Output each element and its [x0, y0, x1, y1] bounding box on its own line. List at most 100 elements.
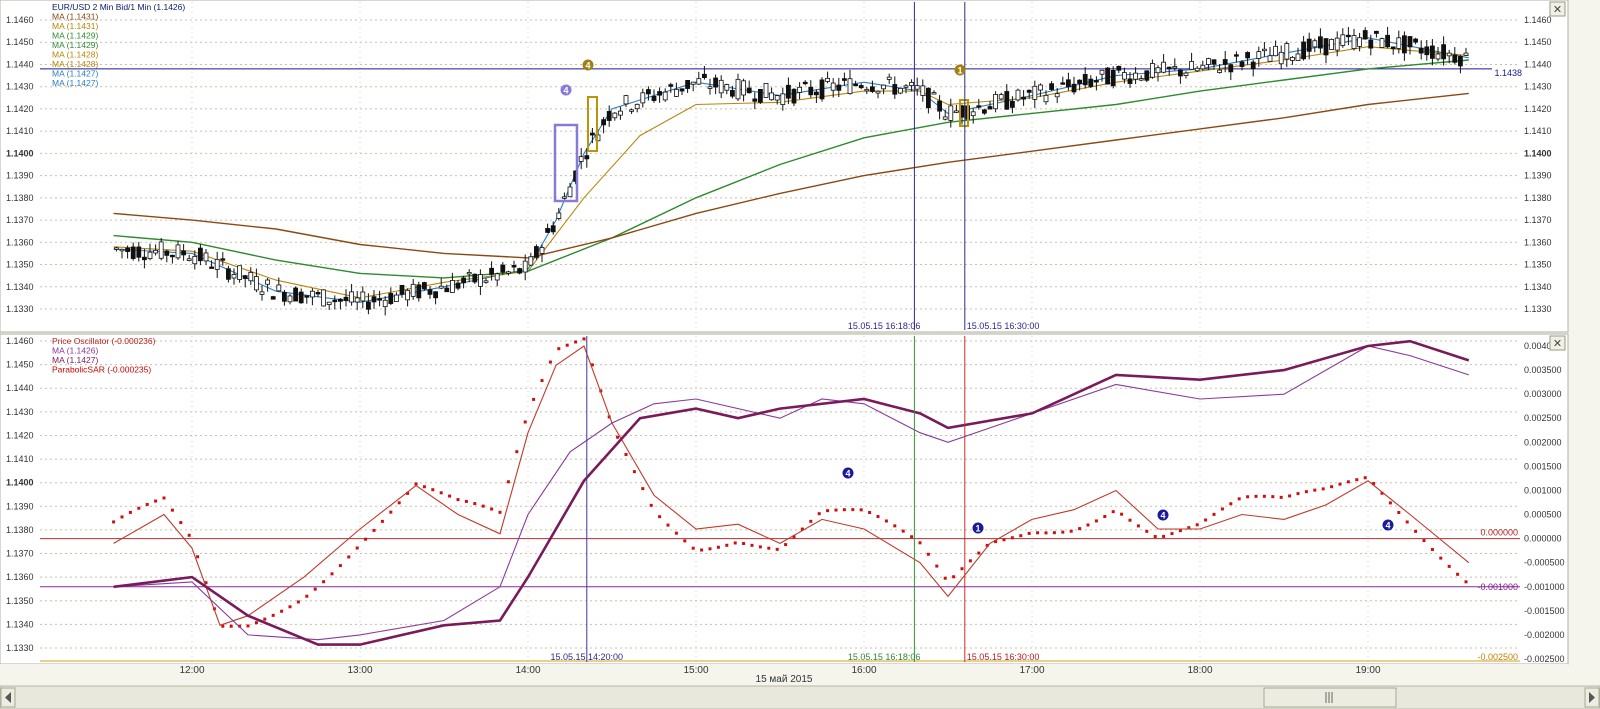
candle-body [1435, 53, 1441, 60]
y-tick-label-right: 0.002000 [1524, 437, 1562, 447]
candle-body [780, 93, 786, 105]
y-tick-label-right: 0.001500 [1524, 461, 1562, 471]
parabolic-sar-dot [1027, 531, 1031, 535]
candle-body [679, 88, 685, 92]
parabolic-sar-dot [968, 559, 972, 563]
candle-body [920, 85, 926, 96]
candle-body [433, 291, 439, 299]
candle-body [421, 282, 427, 290]
candle-body [360, 291, 366, 302]
candle-body [517, 268, 522, 274]
parabolic-sar-dot [112, 520, 116, 524]
parabolic-sar-dot [666, 523, 670, 527]
candle-body [903, 85, 909, 88]
parabolic-sar-dot [1019, 534, 1023, 538]
candle-body [1402, 35, 1407, 54]
parabolic-sar-dot [926, 552, 930, 556]
candle-body [746, 87, 752, 94]
parabolic-sar-dot [1262, 494, 1266, 498]
candle-body [438, 285, 444, 289]
candle-body [931, 92, 937, 95]
parabolic-sar-dot [901, 529, 905, 533]
candle-body [276, 284, 282, 292]
candle-body [1066, 79, 1071, 88]
candle-body [136, 246, 142, 258]
lower-close-button[interactable]: ✕ [1549, 335, 1566, 351]
parabolic-sar-dot [910, 535, 914, 539]
y-tick-label-right: 1.1340 [1524, 282, 1552, 292]
candle-body [1122, 72, 1127, 80]
candle-body [1318, 36, 1323, 49]
candle-body [1239, 61, 1245, 67]
candle-body [309, 290, 315, 298]
candle-body [1032, 85, 1038, 100]
parabolic-sar-dot [1430, 547, 1434, 551]
scrollbar-thumb[interactable] [1263, 687, 1397, 708]
parabolic-sar-dot [179, 521, 183, 525]
candle-body [349, 291, 355, 303]
parabolic-sar-dot [1346, 480, 1350, 484]
candle-body [337, 298, 343, 302]
candle-body [141, 256, 147, 261]
y-tick-label-right: -0.000500 [1524, 558, 1565, 568]
candle-body [634, 103, 640, 110]
parabolic-sar-dot [1078, 527, 1082, 531]
candle-body [1133, 72, 1138, 80]
candle-body [1026, 89, 1032, 93]
candle-body [326, 301, 332, 305]
y-tick-label-right: 1.1460 [1524, 15, 1552, 25]
candle-body [1105, 67, 1110, 85]
y-tick-label-right: 1.1440 [1524, 59, 1552, 69]
candle-body [1290, 56, 1295, 61]
y-tick-label: 1.1410 [6, 126, 34, 136]
parabolic-sar-dot [506, 480, 510, 484]
parabolic-sar-dot [649, 503, 653, 507]
parabolic-sar-dot [1002, 538, 1006, 542]
candle-body [987, 106, 993, 110]
parabolic-sar-dot [1422, 539, 1426, 543]
candle-body [858, 85, 864, 89]
candle-body [1189, 61, 1194, 70]
parabolic-sar-dot [1246, 495, 1250, 499]
parabolic-sar-dot [1052, 531, 1056, 535]
y-tick-label: 1.1350 [6, 260, 34, 270]
candle-body [477, 274, 483, 287]
candle-body [1166, 66, 1172, 70]
candle-body [786, 84, 791, 99]
parabolic-sar-dot [1296, 492, 1300, 496]
parabolic-sar-dot [1330, 485, 1334, 489]
y-tick-label-right: 1.1430 [1524, 82, 1552, 92]
candle-body [332, 299, 338, 303]
candle-body [405, 289, 411, 301]
parabolic-sar-dot [498, 510, 502, 514]
candle-body [713, 77, 718, 88]
candle-body [724, 84, 730, 91]
y-tick-label: 1.1360 [6, 572, 34, 582]
parabolic-sar-dot [1212, 512, 1216, 516]
candle-body [125, 247, 130, 252]
candle-body [455, 282, 461, 289]
upper-close-button[interactable]: ✕ [1549, 1, 1566, 17]
marker-label: 4 [563, 86, 568, 96]
candle-body [192, 256, 198, 265]
marker-label: 1 [957, 66, 962, 76]
vline-label: 15.05.15 16:30:00 [967, 652, 1040, 662]
candle-body [886, 76, 892, 80]
candle-body [461, 277, 467, 284]
candle-body [209, 266, 215, 269]
candle-body [114, 247, 119, 250]
candle-body [909, 81, 914, 86]
parabolic-sar-dot [1195, 523, 1199, 527]
candle-body [1385, 34, 1390, 48]
parabolic-sar-dot [742, 542, 746, 546]
candle-body [926, 87, 931, 109]
parabolic-sar-dot [540, 379, 544, 383]
vline-label: 15.05.15 16:18:06 [848, 321, 921, 331]
y-tick-label-right: 0.003000 [1524, 389, 1562, 399]
y-tick-label: 1.1410 [6, 454, 34, 464]
parabolic-sar-dot [960, 567, 964, 571]
candle-body [948, 105, 954, 121]
candle-body [466, 272, 472, 275]
legend-entry: MA (1.1431) [52, 12, 98, 22]
candle-body [578, 156, 584, 162]
